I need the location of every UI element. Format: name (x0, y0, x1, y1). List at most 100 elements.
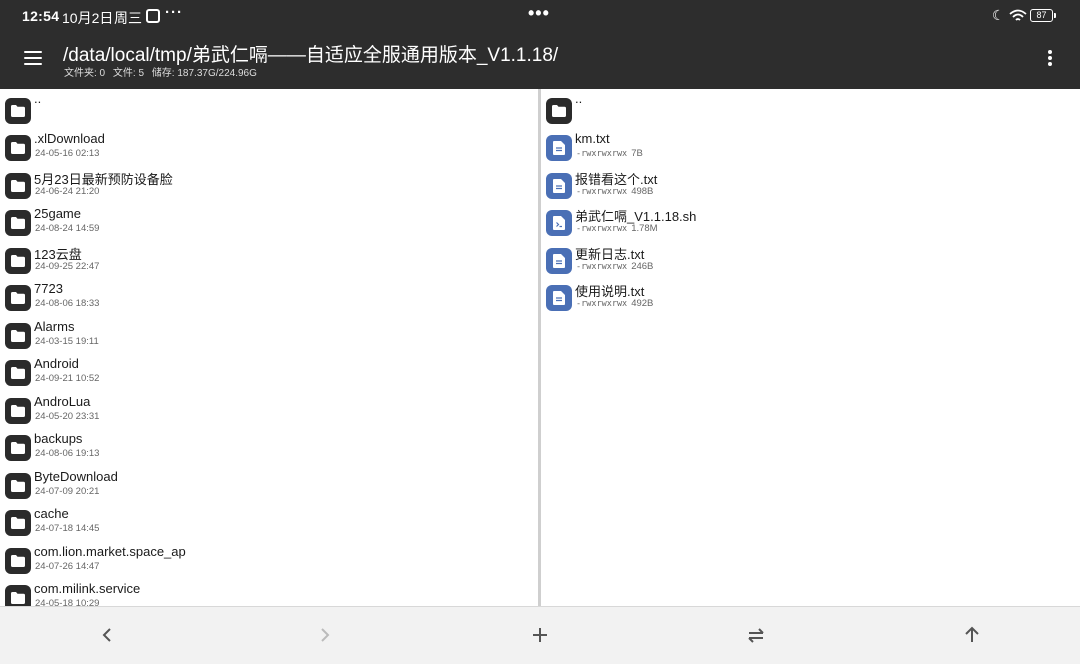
file-size: 246B (631, 260, 654, 272)
item-name: com.milink.service (34, 581, 141, 596)
battery-icon: 87 (1030, 9, 1056, 22)
folder-list-item[interactable]: cache 24-07-18 14:45 (0, 501, 538, 538)
parent-directory-item[interactable]: .. (0, 89, 538, 126)
more-notifications-indicator: ··· (165, 4, 183, 21)
back-icon[interactable] (90, 617, 126, 653)
item-modified-date: 24-07-09 20:21 (35, 485, 100, 497)
item-name: .. (575, 91, 583, 106)
app-notification-icon (146, 9, 160, 23)
folder-icon (5, 135, 31, 161)
text-file-icon (546, 247, 572, 274)
folder-list-item[interactable]: 7723 24-08-06 18:33 (0, 276, 538, 313)
folder-icon (5, 547, 31, 574)
permission-string: -rwxrwxrwx (576, 224, 628, 234)
folder-icon (5, 435, 31, 461)
item-name: Alarms (34, 318, 75, 334)
window-handle-dots[interactable]: ••• (528, 3, 550, 24)
item-permissions: -rwxrwxrwx 1.78M (576, 223, 658, 234)
permission-string: -rwxrwxrwx (576, 299, 628, 309)
folder-list-item[interactable]: backups 24-08-06 19:13 (0, 426, 538, 463)
folder-list-item[interactable]: com.lion.market.space_ap 24-07-26 14:47 (0, 539, 538, 576)
folder-list-item[interactable]: 5月23日最新预防设备脸 24-06-24 21:20 (0, 164, 538, 201)
item-modified-date: 24-05-16 02:13 (35, 148, 100, 159)
file-size: 7B (631, 148, 643, 159)
item-name: ByteDownload (34, 468, 118, 484)
script-file-icon (546, 210, 572, 236)
wifi-icon (1009, 9, 1027, 21)
bottom-navigation-bar (0, 606, 1080, 664)
file-list-item[interactable]: km.txt -rwxrwxrwx 7B (541, 126, 1080, 163)
directory-summary: 文件夹: 0 文件: 5 储存: 187.37G/224.96G (64, 64, 262, 79)
folder-list-item[interactable]: ByteDownload 24-07-09 20:21 (0, 464, 538, 501)
text-file-icon (546, 285, 572, 311)
item-modified-date: 24-09-21 10:52 (35, 373, 100, 384)
status-bar: 12:54 10月2日 周三 ··· ••• ☾ 87 (0, 0, 1080, 30)
folder-list-item[interactable]: Android 24-09-21 10:52 (0, 351, 538, 388)
text-file-icon (546, 172, 572, 199)
item-name: .. (34, 91, 42, 106)
file-count: 文件: 5 (112, 68, 145, 79)
folder-icon (5, 360, 31, 386)
item-modified-date: 24-08-06 19:13 (35, 448, 100, 459)
folder-icon (5, 472, 31, 499)
status-weekday: 周三 (114, 10, 142, 26)
file-list-item[interactable]: 弟武仁嗝_V1.1.18.sh -rwxrwxrwx 1.78M (541, 201, 1080, 238)
folder-icon (5, 285, 31, 311)
item-modified-date: 24-09-25 22:47 (35, 260, 100, 272)
item-name: AndroLua (34, 393, 91, 409)
status-date: 10月2日 (62, 10, 114, 26)
item-modified-date: 24-05-18 10:29 (35, 598, 100, 606)
folder-icon (5, 510, 31, 536)
swap-icon[interactable] (738, 617, 774, 653)
folder-icon (5, 98, 31, 124)
folder-list-item[interactable]: .xlDownload 24-05-16 02:13 (0, 126, 538, 163)
file-size: 1.78M (631, 223, 658, 234)
text-file-icon (546, 135, 572, 161)
item-permissions: -rwxrwxrwx 246B (576, 261, 653, 272)
folder-list-item[interactable]: com.milink.service 24-05-18 10:29 (0, 576, 538, 606)
item-name: backups (34, 431, 83, 446)
file-size: 498B (631, 185, 654, 197)
folder-icon (5, 585, 31, 606)
item-modified-date: 24-07-26 14:47 (35, 560, 100, 572)
folder-icon (5, 210, 31, 236)
folder-icon (5, 397, 31, 424)
hamburger-menu-icon[interactable] (22, 48, 46, 68)
item-permissions: -rwxrwxrwx 492B (576, 298, 653, 309)
status-time: 12:54 (22, 8, 60, 24)
item-modified-date: 24-07-18 14:45 (35, 523, 100, 534)
item-modified-date: 24-08-24 14:59 (35, 223, 100, 234)
folder-list-item[interactable]: 25game 24-08-24 14:59 (0, 201, 538, 238)
moon-icon: ☾ (992, 7, 1005, 23)
item-name: com.lion.market.space_ap (34, 543, 186, 559)
left-file-pane[interactable]: .. .xlDownload 24-05-16 02:13 5月23日最新预防设备脸… (0, 89, 538, 606)
item-modified-date: 24-03-15 19:11 (35, 335, 99, 347)
item-permissions: -rwxrwxrwx 498B (576, 186, 653, 197)
item-name: cache (34, 506, 69, 521)
storage-usage: 储存: 187.37G/224.96G (151, 68, 257, 79)
item-modified-date: 24-08-06 18:33 (35, 298, 100, 309)
permission-string: -rwxrwxrwx (576, 261, 628, 272)
up-icon[interactable] (954, 617, 990, 653)
item-modified-date: 24-05-20 23:31 (35, 410, 100, 422)
folder-icon (546, 98, 572, 124)
file-list-item[interactable]: 更新日志.txt -rwxrwxrwx 246B (541, 239, 1080, 276)
folder-count: 文件夹: 0 (64, 68, 106, 79)
file-list-item[interactable]: 使用说明.txt -rwxrwxrwx 492B (541, 276, 1080, 313)
folder-list-item[interactable]: 123云盘 24-09-25 22:47 (0, 239, 538, 276)
folder-list-item[interactable]: Alarms 24-03-15 19:11 (0, 314, 538, 351)
item-name: 25game (34, 206, 81, 221)
more-vert-icon[interactable] (1038, 48, 1062, 68)
folder-list-item[interactable]: AndroLua 24-05-20 23:31 (0, 389, 538, 426)
item-name: km.txt (575, 131, 610, 146)
permission-string: -rwxrwxrwx (576, 149, 628, 159)
item-permissions: -rwxrwxrwx 7B (576, 148, 643, 159)
parent-directory-item[interactable]: .. (541, 89, 1080, 126)
file-list-item[interactable]: 报错看这个.txt -rwxrwxrwx 498B (541, 164, 1080, 201)
forward-icon[interactable] (306, 617, 342, 653)
add-icon[interactable] (522, 617, 558, 653)
permission-string: -rwxrwxrwx (576, 186, 628, 197)
top-app-bar: 12:54 10月2日 周三 ··· ••• ☾ 87 /data/local/… (0, 0, 1080, 89)
folder-icon (5, 247, 31, 274)
right-file-pane[interactable]: .. km.txt -rwxrwxrwx 7B 报错看这个.txt -rwxrwxrwx… (541, 89, 1080, 606)
